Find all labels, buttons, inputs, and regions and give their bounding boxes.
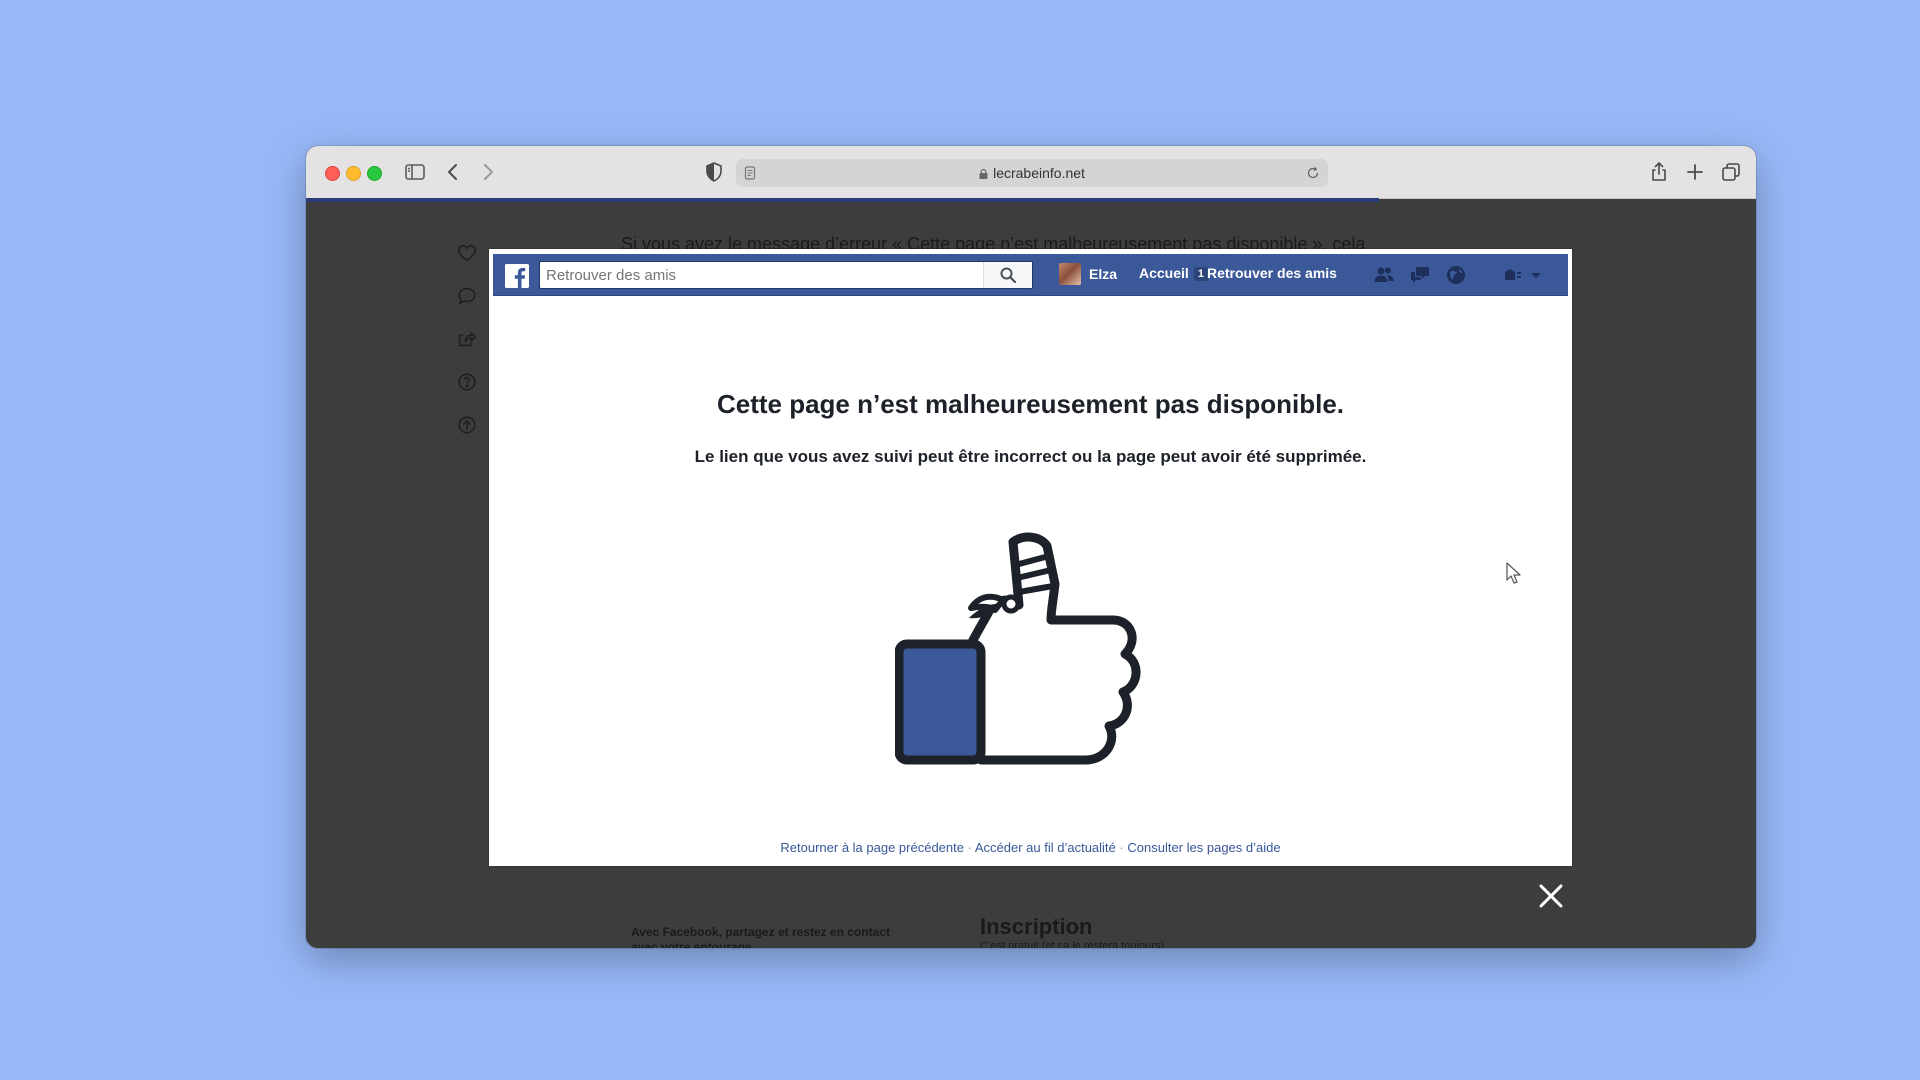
share-icon[interactable] (1647, 160, 1671, 184)
url-display: lecrabeinfo.net (736, 165, 1328, 181)
facebook-top-bar: Elza Accueil 1 Retrouver des amis (493, 254, 1568, 296)
tab-overview-icon[interactable] (1719, 160, 1743, 184)
close-lightbox-icon[interactable] (1538, 883, 1564, 909)
back-link[interactable]: Retourner à la page précédente (780, 840, 964, 855)
friend-requests-icon[interactable] (1372, 263, 1396, 287)
error-footer-links: Retourner à la page précédente · Accéder… (489, 840, 1572, 855)
search-icon (1000, 267, 1017, 284)
privacy-shield-icon[interactable] (702, 160, 726, 184)
zoom-window-button[interactable] (367, 166, 382, 181)
avatar (1059, 263, 1081, 285)
share-article-icon[interactable] (456, 328, 478, 350)
forward-icon[interactable] (476, 160, 500, 184)
address-bar[interactable]: lecrabeinfo.net (736, 159, 1328, 187)
nav-home-label: Accueil (1139, 265, 1189, 281)
link-separator: · (967, 840, 972, 855)
new-tab-icon[interactable] (1683, 160, 1707, 184)
close-window-button[interactable] (325, 166, 340, 181)
page-load-progress (306, 198, 1379, 202)
nav-find-friends-label: Retrouver des amis (1207, 265, 1337, 281)
background-tagline: Avec Facebook, partagez et restez en con… (631, 925, 890, 939)
messages-icon[interactable] (1408, 263, 1432, 287)
notification-badge: 1 (1193, 267, 1208, 281)
search-box[interactable] (539, 261, 1033, 289)
error-title: Cette page n’est malheureusement pas dis… (716, 389, 1345, 419)
help-pages-link[interactable]: Consulter les pages d’aide (1127, 840, 1280, 855)
news-feed-link[interactable]: Accéder au fil d’actualité (975, 840, 1116, 855)
nav-find-friends[interactable]: Retrouver des amis (1207, 265, 1337, 283)
broken-thumb-icon (895, 532, 1141, 765)
comment-icon[interactable] (456, 285, 478, 307)
profile-link[interactable]: Elza (1059, 262, 1117, 286)
back-icon[interactable] (441, 160, 465, 184)
facebook-logo-icon[interactable] (505, 264, 529, 288)
background-signup-subheading: C’est gratuit (et ça le restera toujours… (980, 940, 1165, 948)
link-separator: · (1119, 840, 1124, 855)
browser-toolbar: lecrabeinfo.net (306, 146, 1756, 199)
notifications-globe-icon[interactable] (1444, 263, 1468, 287)
nav-home[interactable]: Accueil 1 (1139, 265, 1208, 283)
account-menu-icon[interactable] (1501, 263, 1545, 287)
help-icon[interactable] (456, 371, 478, 393)
url-text: lecrabeinfo.net (993, 165, 1085, 181)
error-subtitle: Le lien que vous avez suivi peut être in… (694, 447, 1367, 466)
heart-icon[interactable] (456, 242, 478, 264)
mouse-cursor-icon (1506, 562, 1521, 584)
reload-icon[interactable] (1306, 166, 1320, 180)
browser-window: lecrabeinfo.net Si vous avez le message … (306, 146, 1756, 948)
background-tagline-line2: avec votre entourage. (631, 940, 756, 948)
lock-icon (979, 169, 988, 179)
screenshot-lightbox: Elza Accueil 1 Retrouver des amis Cette p… (489, 249, 1572, 866)
search-button[interactable] (983, 262, 1032, 288)
minimize-window-button[interactable] (346, 166, 361, 181)
scroll-top-icon[interactable] (456, 414, 478, 436)
search-input[interactable] (546, 262, 986, 288)
profile-name: Elza (1089, 266, 1118, 282)
background-signup-heading: Inscription (980, 914, 1093, 939)
sidebar-toggle-icon[interactable] (403, 160, 427, 184)
